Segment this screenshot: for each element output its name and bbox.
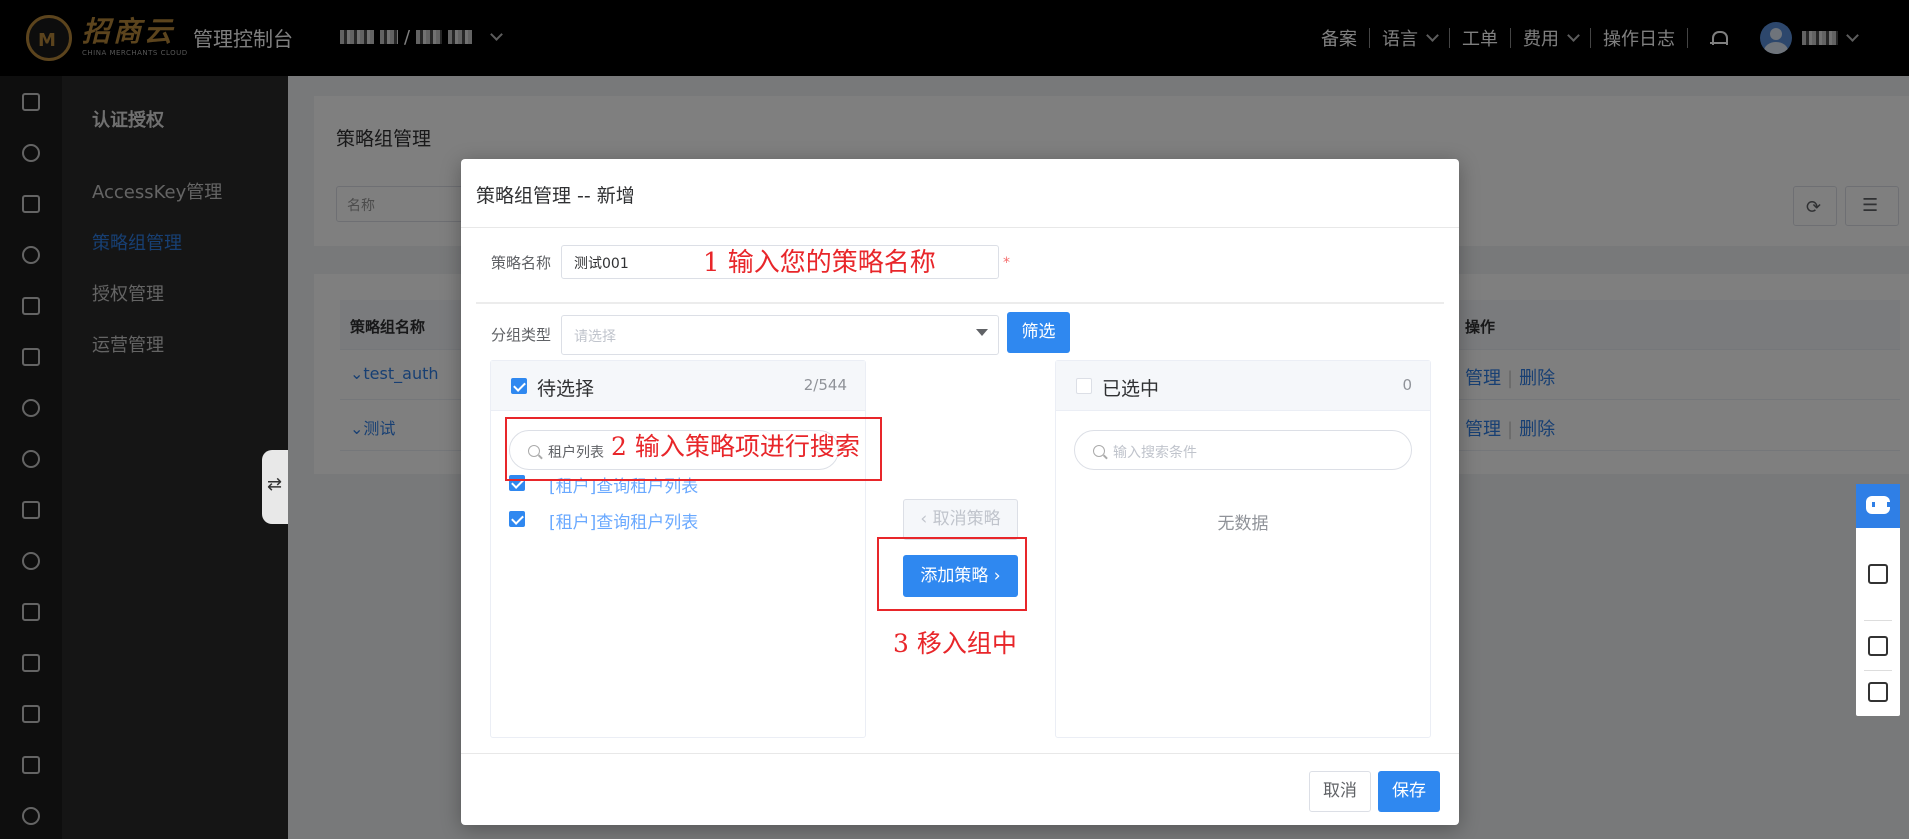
panel-title: 待选择	[537, 378, 595, 400]
chevron-left-icon: ‹	[920, 509, 933, 529]
sidebar-collapse-toggle[interactable]	[262, 450, 288, 524]
group-type-label: 分组类型	[491, 326, 552, 344]
document-search-icon[interactable]	[1868, 636, 1888, 656]
annotation-step3: 3 移入组中	[893, 629, 1017, 658]
required-mark: *	[1003, 255, 1010, 271]
search-icon	[1093, 445, 1105, 457]
empty-state-text: 无数据	[1217, 514, 1269, 534]
annotation-box-add	[877, 537, 1027, 611]
select-all-checkbox[interactable]	[511, 378, 527, 394]
policy-name-label: 策略名称	[491, 254, 552, 272]
divider	[1864, 620, 1892, 621]
dialog-title: 策略组管理 -- 新增	[476, 185, 635, 207]
divider	[1864, 670, 1892, 671]
selection-count: 0	[1402, 376, 1412, 394]
edit-note-icon[interactable]	[1868, 682, 1888, 702]
divider	[461, 753, 1459, 754]
select-all-checkbox[interactable]	[1076, 378, 1092, 394]
search-placeholder: 输入搜索条件	[1113, 445, 1197, 461]
chatbot-robot-icon[interactable]	[1856, 484, 1900, 528]
panel-header: 待选择 2/544	[491, 361, 865, 411]
selection-count: 2/544	[803, 376, 847, 394]
filter-button[interactable]: 筛选	[1007, 312, 1070, 353]
annotation-step1: 1 输入您的策略名称	[703, 248, 936, 278]
group-type-select[interactable]: 请选择	[561, 315, 999, 355]
selected-search-input[interactable]: 输入搜索条件	[1074, 430, 1412, 470]
add-policy-group-dialog: 策略组管理 -- 新增 策略名称 测试001 * 1 输入您的策略名称 分组类型…	[461, 159, 1459, 825]
panel-title: 已选中	[1102, 378, 1160, 400]
panel-header: 已选中 0	[1056, 361, 1430, 411]
select-placeholder: 请选择	[574, 329, 616, 345]
divider	[461, 227, 1459, 228]
save-button[interactable]: 保存	[1378, 771, 1440, 812]
caret-down-icon	[976, 329, 988, 336]
chat-message-icon[interactable]	[1868, 564, 1888, 584]
divider	[476, 302, 1444, 304]
cancel-policy-button[interactable]: ‹ 取消策略	[903, 499, 1018, 540]
cancel-button[interactable]: 取消	[1309, 771, 1371, 812]
policy-item-label: [租户]查询租户列表	[549, 513, 699, 533]
floating-help-panel	[1856, 484, 1900, 716]
item-checkbox[interactable]	[509, 511, 525, 527]
selected-policies-panel: 已选中 0 输入搜索条件 无数据	[1055, 360, 1431, 738]
button-label: 取消策略	[932, 509, 1001, 529]
annotation-step2: 2 输入策略项进行搜索	[611, 432, 860, 461]
